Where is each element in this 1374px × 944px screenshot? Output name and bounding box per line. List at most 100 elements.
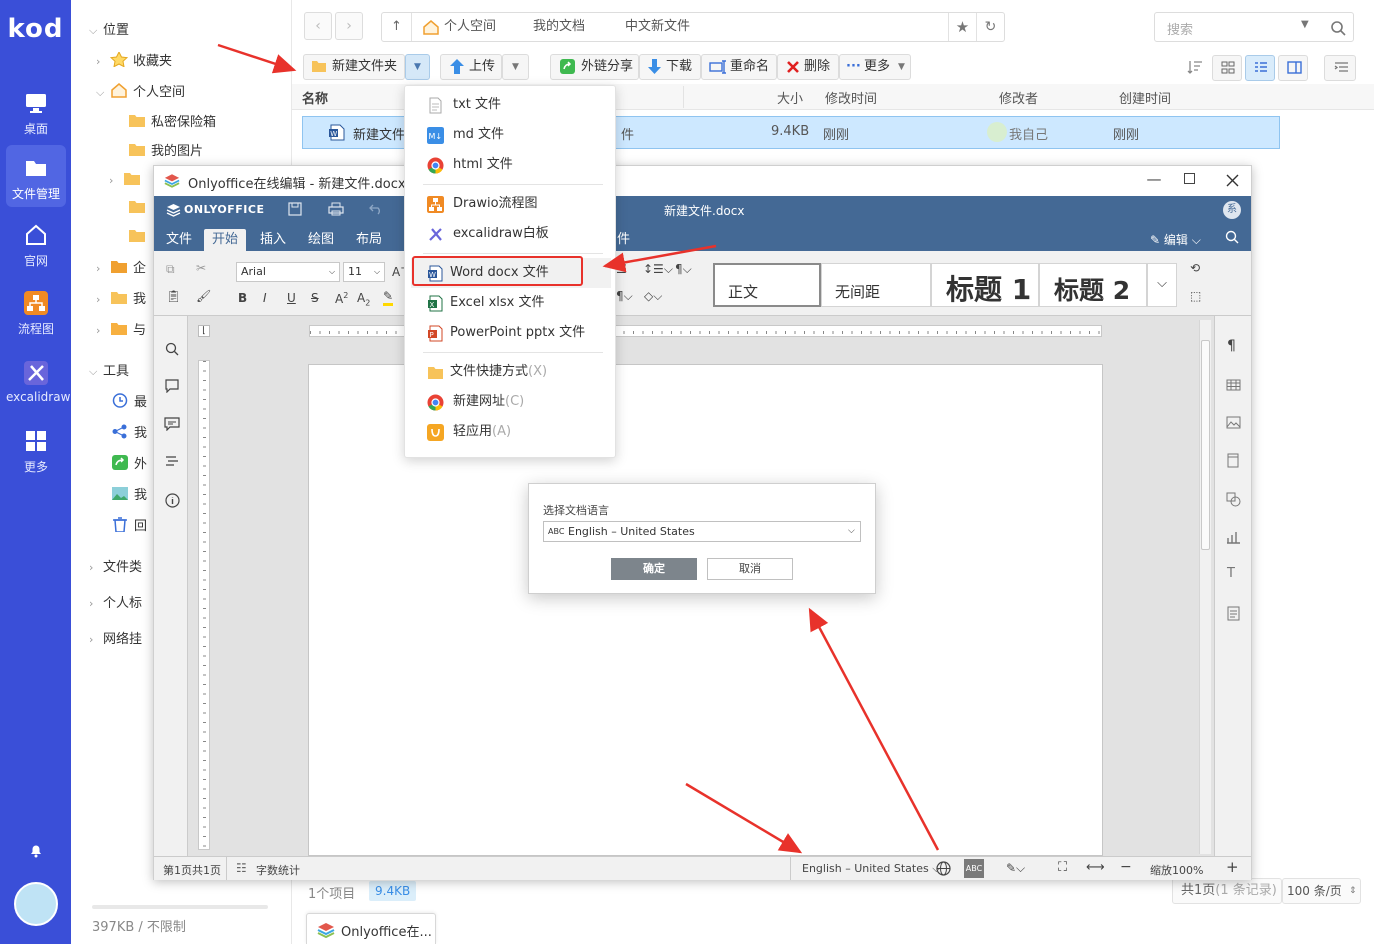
zoom-level[interactable]: 缩放100% bbox=[1150, 862, 1203, 878]
globe-icon[interactable] bbox=[936, 861, 951, 876]
tree-item-private-vault[interactable]: 私密保险箱 bbox=[128, 109, 216, 137]
search-scope-dropdown[interactable]: ▼ bbox=[1301, 19, 1309, 30]
sort-icon[interactable] bbox=[1187, 60, 1203, 74]
new-dropdown-toggle[interactable]: ▼ bbox=[405, 54, 430, 80]
view-split-button[interactable] bbox=[1278, 55, 1308, 81]
tree-item-folder-a[interactable]: › bbox=[109, 167, 146, 195]
more-button[interactable]: ··· 更多 ▼ bbox=[839, 54, 911, 80]
chat-icon[interactable] bbox=[164, 417, 180, 431]
zoom-in-button[interactable]: + bbox=[1226, 858, 1239, 876]
strikethrough-button[interactable]: S bbox=[311, 291, 319, 305]
search-icon[interactable] bbox=[165, 342, 179, 356]
styles-expand-button[interactable]: ⌵ bbox=[1147, 263, 1177, 307]
menu-item-html[interactable]: html 文件 bbox=[405, 150, 615, 180]
shading-icon[interactable]: ◇⌵ bbox=[644, 289, 662, 304]
col-modifier[interactable]: 修改者 bbox=[999, 88, 1038, 107]
window-titlebar[interactable]: Onlyoffice在线编辑 - 新建文件.docx — bbox=[154, 166, 1251, 196]
rail-item-file-manager[interactable]: 文件管理 bbox=[6, 145, 66, 207]
navigation-icon[interactable] bbox=[165, 456, 179, 468]
bold-button[interactable]: B bbox=[238, 291, 247, 305]
italic-button[interactable]: I bbox=[263, 291, 267, 305]
delete-button[interactable]: 删除 bbox=[777, 54, 839, 80]
language-select[interactable]: English – United States ⌵ bbox=[802, 862, 941, 876]
track-changes-icon[interactable]: ✎⌵ bbox=[1006, 861, 1025, 876]
rail-item-more[interactable]: 更多 bbox=[6, 418, 66, 480]
toggle-detail-button[interactable] bbox=[1324, 55, 1356, 81]
nonprinting-icon[interactable]: ¶⌵ bbox=[616, 289, 633, 304]
maximize-button[interactable] bbox=[1184, 173, 1195, 184]
language-select[interactable]: ABC English – United States ⌵ bbox=[543, 521, 861, 542]
word-count-button[interactable]: 字数统计 bbox=[256, 862, 300, 878]
menu-item-md[interactable]: M↓ md 文件 bbox=[405, 120, 615, 150]
avatar[interactable] bbox=[14, 882, 58, 926]
up-button[interactable]: ↑ bbox=[382, 13, 412, 41]
star-button[interactable]: ★ bbox=[948, 13, 976, 41]
taskbar-item[interactable]: Onlyoffice在... bbox=[306, 913, 436, 944]
tree-item-recent[interactable]: 最 bbox=[111, 389, 147, 417]
tree-item-favorites[interactable]: › 收藏夹 bbox=[96, 48, 172, 76]
tree-item-my-share[interactable]: 我 bbox=[111, 420, 147, 448]
shape-settings-icon[interactable] bbox=[1226, 492, 1241, 507]
superscript-button[interactable]: A2 bbox=[335, 291, 348, 306]
menu-item-drawio[interactable]: Drawio流程图 bbox=[405, 189, 615, 219]
tree-section-personal-tags[interactable]: › 个人标 bbox=[89, 590, 142, 618]
ok-button[interactable]: 确定 bbox=[611, 558, 697, 580]
rail-item-excalidraw[interactable]: excalidraw bbox=[6, 350, 70, 412]
tree-section-network-mount[interactable]: › 网络挂 bbox=[89, 626, 142, 654]
style-heading-2[interactable]: 标题 2 bbox=[1039, 263, 1147, 307]
tree-item-folder-c[interactable] bbox=[128, 224, 151, 252]
tree-item-shared-with[interactable]: › 与 bbox=[96, 317, 146, 345]
image-settings-icon[interactable] bbox=[1226, 416, 1241, 429]
paragraph-settings-icon[interactable]: ¶ bbox=[1227, 338, 1236, 354]
user-avatar[interactable]: 系 bbox=[1223, 201, 1241, 219]
highlight-icon[interactable]: ✎ bbox=[383, 289, 394, 306]
style-normal[interactable]: 正文 bbox=[713, 263, 821, 307]
minimize-button[interactable]: — bbox=[1144, 170, 1164, 188]
rail-item-desktop[interactable]: 桌面 bbox=[6, 80, 66, 142]
bell-icon[interactable] bbox=[28, 842, 44, 858]
download-button[interactable]: 下载 bbox=[639, 54, 701, 80]
cancel-button[interactable]: 取消 bbox=[707, 558, 793, 580]
format-painter-icon[interactable]: 🖌︎ bbox=[196, 289, 211, 303]
rename-button[interactable]: 重命名 bbox=[701, 54, 777, 80]
menu-item-new-url[interactable]: 新建网址(C) bbox=[405, 387, 615, 417]
fit-width-icon[interactable]: ⟷ bbox=[1086, 860, 1105, 875]
vertical-ruler[interactable] bbox=[198, 360, 210, 850]
print-icon[interactable] bbox=[328, 202, 344, 216]
breadcrumb-item[interactable]: 我的文档 bbox=[533, 13, 585, 41]
search-input[interactable]: 搜索 bbox=[1167, 19, 1193, 38]
copy-icon[interactable]: ⧉ bbox=[166, 262, 175, 277]
menu-item-powerpoint-pptx[interactable]: P PowerPoint pptx 文件 bbox=[405, 318, 615, 348]
tree-section-tools[interactable]: ⌵ 工具 bbox=[89, 358, 129, 386]
spellcheck-icon[interactable]: ABC bbox=[964, 859, 984, 878]
zoom-out-button[interactable]: − bbox=[1120, 859, 1132, 875]
paragraph-mark-icon[interactable]: ¶⌵ bbox=[675, 262, 692, 277]
text-art-icon[interactable]: T bbox=[1227, 566, 1235, 581]
search-icon[interactable] bbox=[1225, 230, 1239, 244]
edit-mode-button[interactable]: ✎ 编辑 ⌵ bbox=[1150, 231, 1201, 248]
chart-settings-icon[interactable] bbox=[1226, 530, 1241, 544]
per-page-select[interactable]: 100 条/页 ⇕ bbox=[1282, 878, 1361, 904]
paste-icon[interactable]: 📋︎ bbox=[166, 289, 181, 303]
refresh-button[interactable]: ↻ bbox=[976, 13, 1004, 41]
menu-item-shortcut[interactable]: 文件快捷方式(X) bbox=[405, 357, 615, 387]
fit-page-icon[interactable]: ⛶ bbox=[1058, 860, 1067, 875]
comment-icon[interactable] bbox=[165, 379, 179, 393]
underline-button[interactable]: U bbox=[287, 291, 296, 305]
tab-file[interactable]: 文件 bbox=[158, 229, 200, 251]
view-icons-button[interactable] bbox=[1212, 55, 1242, 81]
page-indicator[interactable]: 第1页共1页 bbox=[163, 862, 221, 878]
info-icon[interactable] bbox=[165, 493, 180, 508]
upload-dropdown-toggle[interactable]: ▼ bbox=[502, 54, 529, 80]
style-no-spacing[interactable]: 无间距 bbox=[821, 263, 931, 307]
menu-item-excel-xlsx[interactable]: X Excel xlsx 文件 bbox=[405, 288, 615, 318]
style-heading-1[interactable]: 标题 1 bbox=[931, 263, 1039, 307]
vertical-scrollbar[interactable] bbox=[1199, 320, 1211, 854]
new-folder-button[interactable]: 新建文件夹 bbox=[303, 54, 405, 80]
scrollbar-thumb[interactable] bbox=[1201, 340, 1210, 550]
kod-logo[interactable]: kod bbox=[0, 14, 71, 44]
change-case-icon[interactable]: ⟲ bbox=[1190, 261, 1200, 275]
tree-section-location[interactable]: ⌵ 位置 bbox=[89, 17, 129, 45]
tree-item-external-link[interactable]: 外 bbox=[111, 451, 147, 479]
breadcrumb-item[interactable]: 个人空间 bbox=[444, 13, 496, 41]
